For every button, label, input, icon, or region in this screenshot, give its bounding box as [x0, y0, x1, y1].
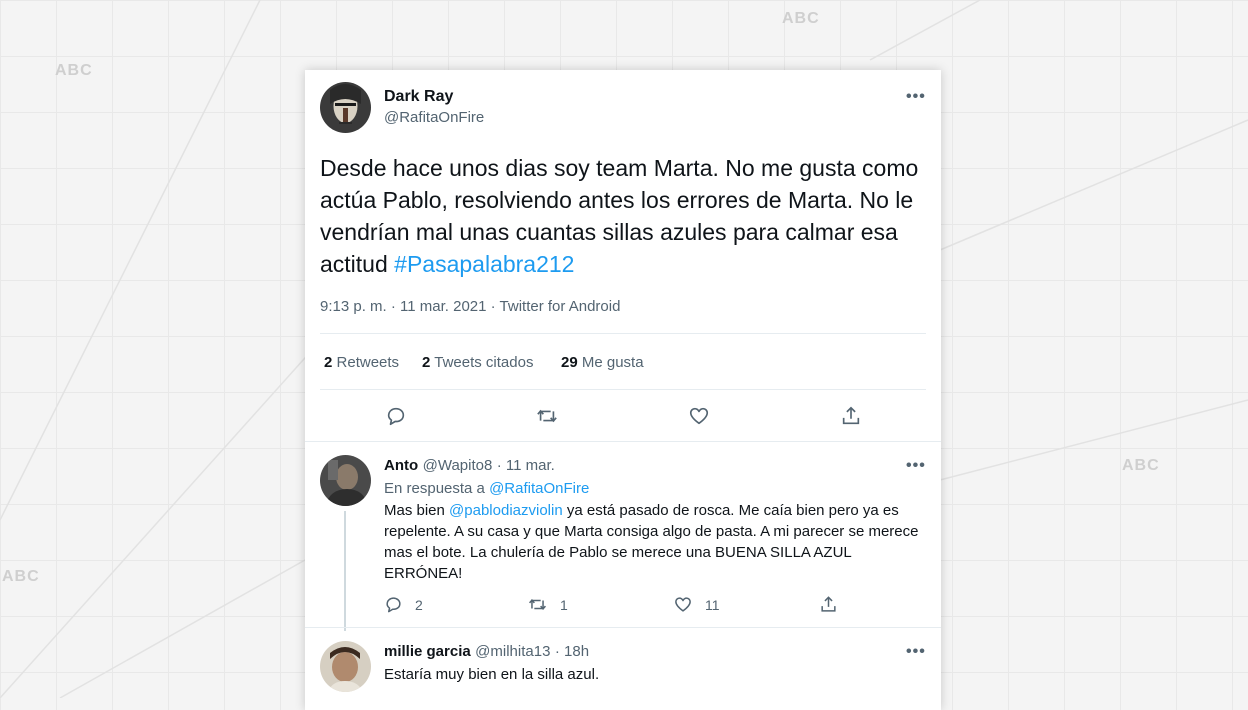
reply-text: Mas bien @pablodiazviolin ya está pasado… — [384, 500, 932, 584]
tweet-timestamp[interactable]: 9:13 p. m. · 11 mar. 2021 · Twitter for … — [320, 298, 620, 315]
retweets-count: 2 — [324, 354, 333, 371]
reply-text-prefix: Mas bien — [384, 502, 450, 519]
reply-author-name[interactable]: millie garcia — [384, 643, 471, 660]
more-options-icon[interactable]: ••• — [906, 89, 926, 105]
like-icon — [675, 597, 691, 612]
author-handle[interactable]: @RafitaOnFire — [384, 109, 484, 126]
reply-retweet-button[interactable]: 1 — [527, 595, 568, 614]
reply-author-handle[interactable]: @milhita13 — [475, 643, 550, 660]
reply-like-button[interactable]: 11 — [673, 595, 720, 614]
thread-line — [344, 511, 346, 631]
avatar-image — [320, 641, 371, 692]
avatar-image — [320, 455, 371, 506]
reply-author-handle[interactable]: @Wapito8 — [423, 457, 493, 474]
avatar-image — [320, 82, 371, 133]
tweet-card: Dark Ray @RafitaOnFire ••• Desde hace un… — [305, 70, 941, 710]
reply-avatar[interactable] — [320, 455, 371, 506]
retweet-icon[interactable] — [536, 405, 558, 427]
likes-stat[interactable]: 29 Me gusta — [561, 354, 644, 371]
watermark-abc: ABC — [782, 10, 820, 27]
reply-time[interactable]: · 11 mar. — [497, 457, 555, 474]
tweet-text: Desde hace unos dias soy team Marta. No … — [320, 152, 920, 280]
replying-to: En respuesta a @RafitaOnFire — [384, 480, 589, 497]
reply-reply-button[interactable]: 2 — [384, 595, 423, 614]
retweets-label: Retweets — [336, 354, 400, 371]
retweet-count: 1 — [560, 596, 568, 613]
reply-text: Estaría muy bien en la silla azul. — [384, 666, 600, 683]
reply-time[interactable]: · 18h — [555, 643, 589, 660]
divider — [320, 389, 926, 390]
likes-count: 29 — [561, 354, 578, 371]
divider — [320, 333, 926, 334]
replying-to-label: En respuesta a — [384, 480, 485, 497]
replying-to-handle[interactable]: @RafitaOnFire — [489, 480, 589, 497]
quotes-stat[interactable]: 2 Tweets citados — [422, 354, 533, 371]
watermark-abc: ABC — [2, 568, 40, 585]
retweet-icon — [529, 598, 546, 611]
quotes-label: Tweets citados — [434, 354, 534, 371]
reply-icon[interactable] — [385, 405, 407, 427]
mention-link[interactable]: @pablodiazviolin — [449, 502, 563, 519]
retweets-stat[interactable]: 2 Retweets — [324, 354, 399, 371]
reply-header: Anto @Wapito8 · 11 mar. — [384, 457, 555, 475]
watermark-abc: ABC — [1122, 457, 1160, 474]
divider — [305, 627, 941, 628]
reply-count: 2 — [415, 596, 423, 613]
author-name[interactable]: Dark Ray — [384, 88, 453, 106]
watermark-abc: ABC — [55, 62, 93, 79]
likes-label: Me gusta — [581, 354, 644, 371]
reply-header: millie garcia @milhita13 · 18h — [384, 643, 589, 661]
like-count: 11 — [705, 596, 720, 613]
reply-author-name[interactable]: Anto — [384, 457, 418, 474]
share-icon[interactable] — [819, 595, 838, 614]
more-options-icon[interactable]: ••• — [906, 458, 926, 474]
reply-icon — [386, 597, 401, 613]
like-icon[interactable] — [688, 405, 710, 427]
reply-avatar[interactable] — [320, 641, 371, 692]
share-icon[interactable] — [840, 405, 862, 427]
hashtag-link[interactable]: #Pasapalabra212 — [394, 251, 574, 277]
quotes-count: 2 — [422, 354, 431, 371]
author-avatar[interactable] — [320, 82, 371, 133]
more-options-icon[interactable]: ••• — [906, 644, 926, 660]
divider — [305, 441, 941, 442]
